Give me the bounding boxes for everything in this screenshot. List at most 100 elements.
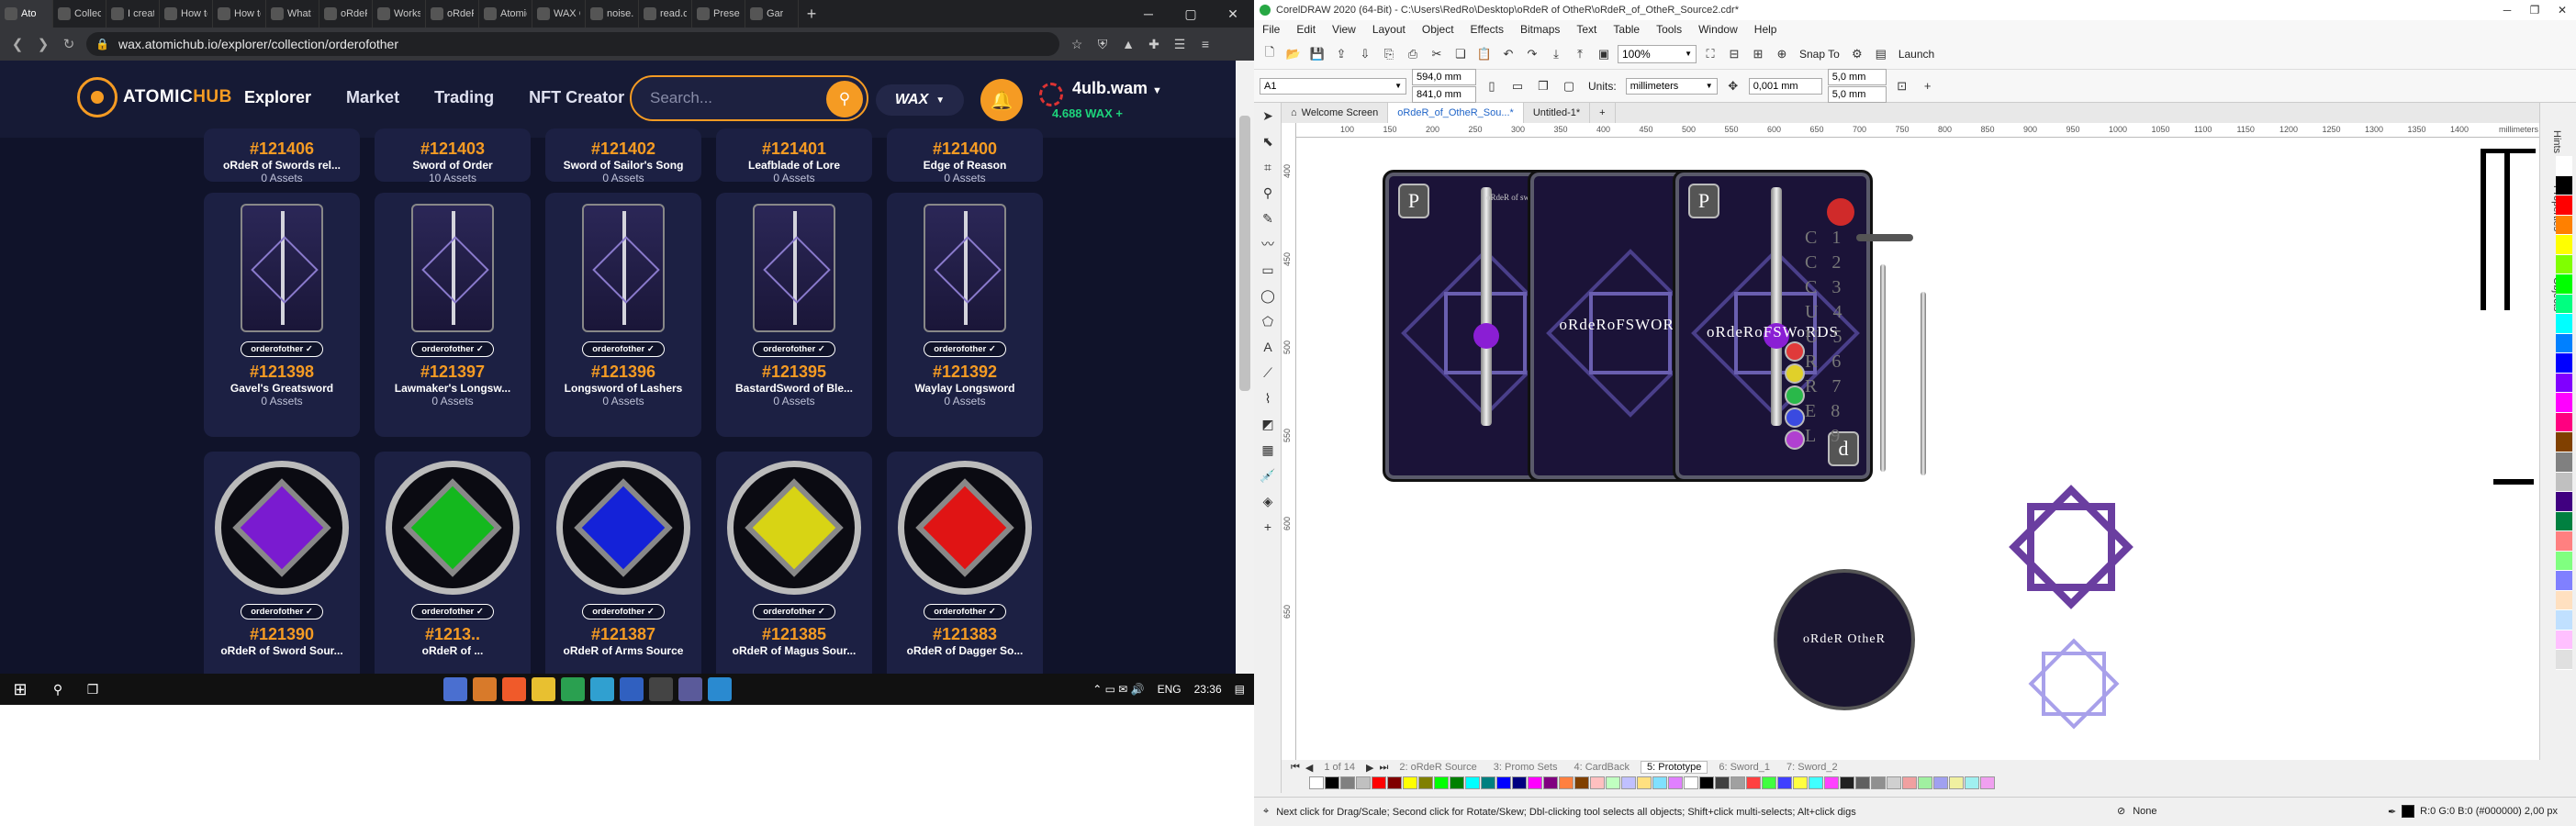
document-palette-swatch[interactable] <box>1746 776 1761 789</box>
document-palette-swatch[interactable] <box>1496 776 1511 789</box>
undo-icon[interactable]: ↶ <box>1498 44 1518 64</box>
nav-explorer[interactable]: Explorer <box>244 88 311 107</box>
close-icon[interactable]: ✕ <box>2548 0 2576 20</box>
document-palette-swatch[interactable] <box>1418 776 1433 789</box>
document-palette-swatch[interactable] <box>1481 776 1495 789</box>
page-tab-6[interactable]: 6: Sword_1 <box>1713 762 1775 773</box>
palette-swatch[interactable] <box>2556 571 2572 591</box>
scrollbar-thumb[interactable] <box>1239 116 1250 391</box>
guide-bar[interactable] <box>2493 479 2534 485</box>
guide-bar[interactable] <box>2504 149 2510 310</box>
menu-object[interactable]: Object <box>1419 23 1457 36</box>
order-coin[interactable]: oRdeR OtheR <box>1774 569 1915 710</box>
document-palette-swatch[interactable] <box>1855 776 1870 789</box>
page-tab-3[interactable]: 3: Promo Sets <box>1488 762 1563 773</box>
palette-swatch[interactable] <box>2556 393 2572 413</box>
freehand-tool-icon[interactable]: ✎ <box>1254 206 1282 231</box>
tray-icons[interactable]: ⌃ ▭ ✉ 🔊 <box>1092 683 1144 696</box>
add-icon[interactable]: + <box>1918 76 1938 96</box>
new-document-icon[interactable]: 🗋 <box>1260 44 1280 64</box>
document-palette-swatch[interactable] <box>1809 776 1823 789</box>
guide-bar[interactable] <box>2481 149 2536 153</box>
palette-swatch[interactable] <box>2556 452 2572 473</box>
document-palette-swatch[interactable] <box>1887 776 1901 789</box>
docker-tab-hints[interactable]: Hints <box>2551 130 2562 153</box>
eyedropper-icon[interactable]: 💉 <box>1254 463 1282 488</box>
duplicate-x-field[interactable]: 5,0 mm <box>1827 69 1887 85</box>
chain-selector[interactable]: WAX ▼ <box>876 84 964 116</box>
gem-color-dot[interactable] <box>1786 409 1803 426</box>
cut-icon[interactable]: ✂ <box>1427 44 1447 64</box>
page-tab-2[interactable]: 2: oRdeR Source <box>1394 762 1482 773</box>
url-field[interactable]: 🔒 wax.atomichub.io/explorer/collection/o… <box>86 32 1059 56</box>
palette-swatch[interactable] <box>2556 353 2572 374</box>
collection-card[interactable]: orderofother ✓ #121397 Lawmaker's Longsw..… <box>375 193 531 437</box>
parallel-dimension-icon[interactable]: ⟋ <box>1254 360 1282 385</box>
palette-swatch[interactable] <box>2556 175 2572 196</box>
browser-tab[interactable]: I create <box>106 0 160 28</box>
browser-tab[interactable]: Works <box>373 0 426 28</box>
document-palette-swatch[interactable] <box>1965 776 1979 789</box>
add-funds-icon[interactable]: + <box>1115 106 1123 120</box>
rarity-codes[interactable]: C1C2C3U4U5R6R7E8L9 <box>1805 226 1842 449</box>
document-palette[interactable] <box>1282 775 2539 791</box>
sword-sprite-1[interactable] <box>1880 264 1886 472</box>
document-palette-swatch[interactable] <box>1325 776 1339 789</box>
browser-tab[interactable]: noise.c <box>586 0 639 28</box>
document-palette-swatch[interactable] <box>1840 776 1854 789</box>
palette-swatch[interactable] <box>2556 195 2572 216</box>
gem-color-dot[interactable] <box>1786 431 1803 448</box>
document-palette-swatch[interactable] <box>1450 776 1464 789</box>
all-pages-icon[interactable]: ❐ <box>1533 76 1553 96</box>
pick-tool-icon[interactable]: ➤ <box>1254 103 1282 128</box>
document-palette-swatch[interactable] <box>1512 776 1527 789</box>
collection-card[interactable]: #121400 Edge of Reason 0 Assets <box>887 128 1043 184</box>
collection-card[interactable]: orderofother ✓ #121398 Gavel's Greatsword 0… <box>204 193 360 437</box>
interactive-fill-icon[interactable]: ◈ <box>1254 488 1282 514</box>
rulers-icon[interactable]: ⊟ <box>1724 44 1744 64</box>
extensions-icon[interactable]: ✚ <box>1146 36 1162 52</box>
artistic-media-icon[interactable]: 〰 <box>1254 231 1282 257</box>
polygon-tool-icon[interactable]: ⬠ <box>1254 308 1282 334</box>
app-icon[interactable] <box>678 677 702 701</box>
menu-table[interactable]: Table <box>1610 23 1642 36</box>
gem-color-dot[interactable] <box>1786 387 1803 404</box>
fill-indicator[interactable]: ⊘ None <box>2117 805 2157 818</box>
menu-file[interactable]: File <box>1260 23 1282 36</box>
units-select[interactable]: millimeters ▼ <box>1625 77 1718 95</box>
document-palette-swatch[interactable] <box>1933 776 1948 789</box>
nav-market[interactable]: Market <box>346 88 399 107</box>
page-tab-5[interactable]: 5: Prototype <box>1641 761 1708 774</box>
tab-source-document[interactable]: oRdeR_of_OtheR_Sou...* <box>1388 103 1524 123</box>
horizontal-ruler[interactable]: 100 150 200 250 300 350 400 450 500 550 600 650 700 7… <box>1296 123 2539 138</box>
save-icon[interactable]: 💾 <box>1307 44 1327 64</box>
forward-icon[interactable]: ❯ <box>35 36 51 52</box>
vlc-icon[interactable] <box>532 677 555 701</box>
zoom-tool-icon[interactable]: ⚲ <box>1254 180 1282 206</box>
browser-tab[interactable]: Presean <box>692 0 745 28</box>
document-palette-swatch[interactable] <box>1730 776 1745 789</box>
purple-star-outline[interactable] <box>2027 503 2115 591</box>
share-icon[interactable]: ⎘ <box>1379 44 1399 64</box>
connector-tool-icon[interactable]: ⌇ <box>1254 385 1282 411</box>
document-palette-swatch[interactable] <box>1918 776 1932 789</box>
palette-swatch[interactable] <box>2556 551 2572 572</box>
palette-swatch[interactable] <box>2556 314 2572 334</box>
portrait-icon[interactable]: ▯ <box>1482 76 1502 96</box>
document-palette-swatch[interactable] <box>1574 776 1589 789</box>
crossguard-sprite[interactable] <box>1856 234 1913 241</box>
collection-badge[interactable]: orderofother ✓ <box>411 604 494 620</box>
transparency-tool-icon[interactable]: ▦ <box>1254 437 1282 463</box>
menu-effects[interactable]: Effects <box>1468 23 1506 36</box>
browser-tab[interactable]: Gar <box>745 0 799 28</box>
document-palette-swatch[interactable] <box>1403 776 1417 789</box>
document-palette-swatch[interactable] <box>1528 776 1542 789</box>
full-screen-icon[interactable]: ⛶ <box>1700 44 1720 64</box>
tab-untitled[interactable]: Untitled-1* <box>1524 103 1591 123</box>
palette-swatch[interactable] <box>2556 373 2572 394</box>
browser-tab[interactable]: What t <box>266 0 319 28</box>
collection-badge[interactable]: orderofother ✓ <box>241 341 323 357</box>
next-page-icon[interactable]: ▶ <box>1366 762 1373 774</box>
playlist-icon[interactable]: ☰ <box>1171 36 1188 52</box>
palette-swatch[interactable] <box>2556 412 2572 433</box>
